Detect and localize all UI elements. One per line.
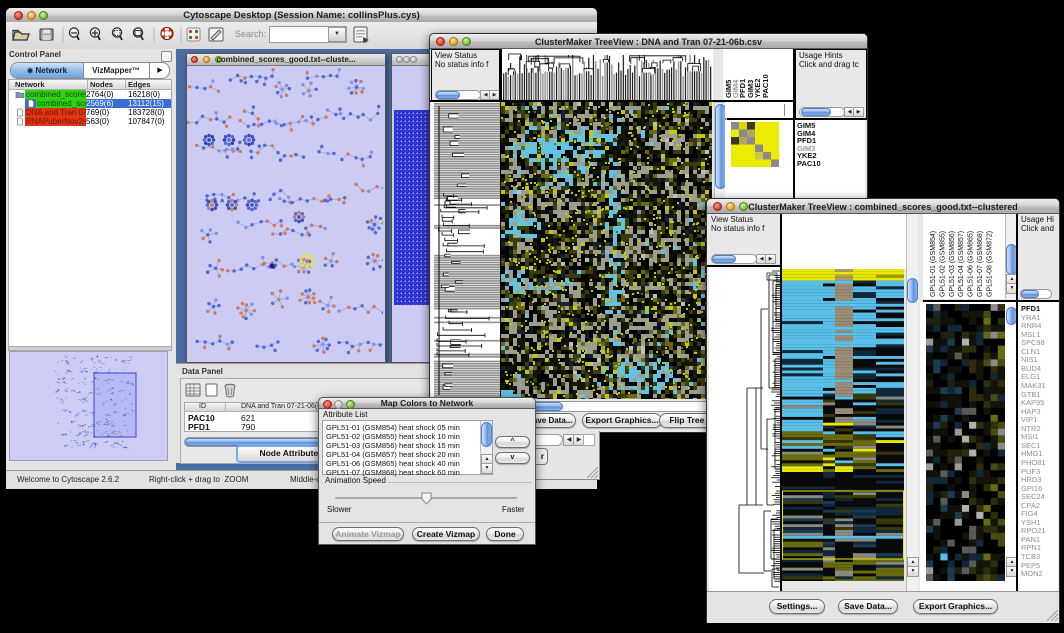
svg-text:GPL51-03 (GSM856): GPL51-03 (GSM856): [949, 231, 956, 297]
svg-text:GPL51-08 (GSM872): GPL51-08 (GSM872): [986, 231, 993, 297]
svg-text:GPL51-07 (GSM868): GPL51-07 (GSM868): [977, 231, 984, 297]
svg-text:Search:: Search:: [235, 29, 266, 39]
svg-text:GPL51-02 (GSM855): GPL51-02 (GSM855): [939, 231, 946, 297]
svg-text:GPL51-04 (GSM857): GPL51-04 (GSM857): [958, 231, 965, 297]
svg-text:GPL51-01 (GSM854): GPL51-01 (GSM854): [930, 231, 937, 297]
svg-text:PAC10: PAC10: [761, 74, 770, 98]
svg-text:GPL51-06 (GSM865): GPL51-06 (GSM865): [968, 231, 975, 297]
